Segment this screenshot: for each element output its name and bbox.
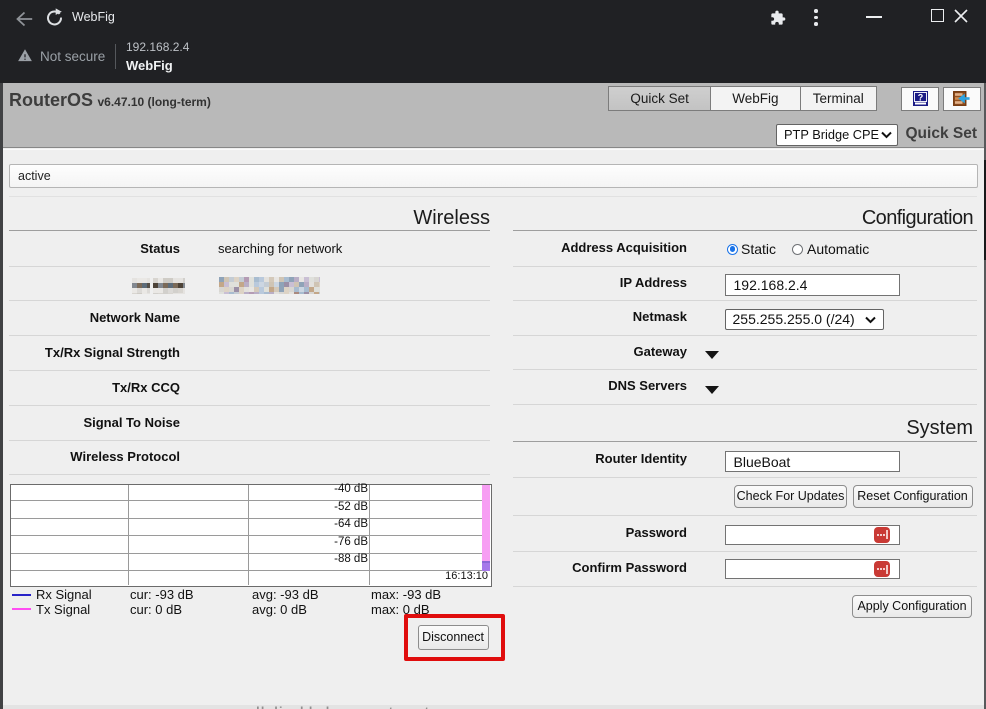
- svg-text:?: ?: [918, 93, 924, 103]
